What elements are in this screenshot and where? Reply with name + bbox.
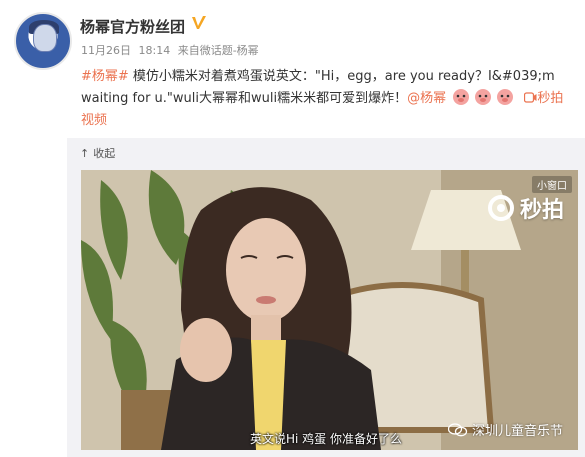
post-meta: 11月26日 18:14 来自微话题-杨幂 xyxy=(81,42,263,58)
watermark-text: 深圳儿童音乐节 xyxy=(472,424,564,439)
video-link-icon xyxy=(524,92,537,103)
video-subtitle: 英文说Hi 鸡蛋 你准备好了么 xyxy=(250,432,402,446)
verified-v-icon xyxy=(192,16,206,29)
post-date[interactable]: 11月26日 xyxy=(81,44,131,57)
post-text-line2: waiting for u."wuli大幂幂和wuli糯米米都可爱到爆炸！ xyxy=(81,91,408,106)
player-brand: 秒拍 xyxy=(519,198,564,223)
watermark: 深圳儿童音乐节 xyxy=(448,420,563,439)
post-text: #杨幂# 模仿小糯米对着煮鸡蛋说英文："Hi，egg，are you ready… xyxy=(81,66,576,132)
wechat-icon xyxy=(448,422,468,436)
hashtag-link[interactable]: #杨幂# xyxy=(81,69,129,84)
weibo-post: 杨幂官方粉丝团 11月26日 18:14 来自微话题-杨幂 #杨幂# 模仿小糯米… xyxy=(0,0,585,457)
username[interactable]: 杨幂官方粉丝团 xyxy=(80,16,185,37)
miaopai-logo: 秒拍 xyxy=(487,192,564,224)
video-player[interactable]: 小窗口 秒拍 xyxy=(81,170,578,450)
collapse-label: 收起 xyxy=(93,147,116,160)
avatar-face xyxy=(33,24,57,52)
pig-emoji-icon xyxy=(475,89,492,105)
miaopai-ring-icon xyxy=(487,195,514,221)
up-arrow-icon: ↑ xyxy=(80,146,90,160)
avatar[interactable] xyxy=(14,12,72,70)
small-window-button[interactable]: 小窗口 xyxy=(532,176,572,193)
post-source[interactable]: 微话题-杨幂 xyxy=(200,44,259,57)
video-link-continued[interactable]: 视频 xyxy=(81,113,107,128)
collapse-button[interactable]: ↑ 收起 xyxy=(80,145,115,161)
post-text-line1: 模仿小糯米对着煮鸡蛋说英文："Hi，egg，are you ready？I&#0… xyxy=(128,69,555,84)
post-time[interactable]: 18:14 xyxy=(139,44,171,57)
video-link[interactable]: 秒拍 xyxy=(537,91,563,106)
pig-emoji-icon xyxy=(497,89,514,105)
pig-emoji-icon xyxy=(453,89,470,105)
mention-link[interactable]: @杨幂 xyxy=(407,91,446,106)
source-prefix: 来自 xyxy=(177,44,200,57)
